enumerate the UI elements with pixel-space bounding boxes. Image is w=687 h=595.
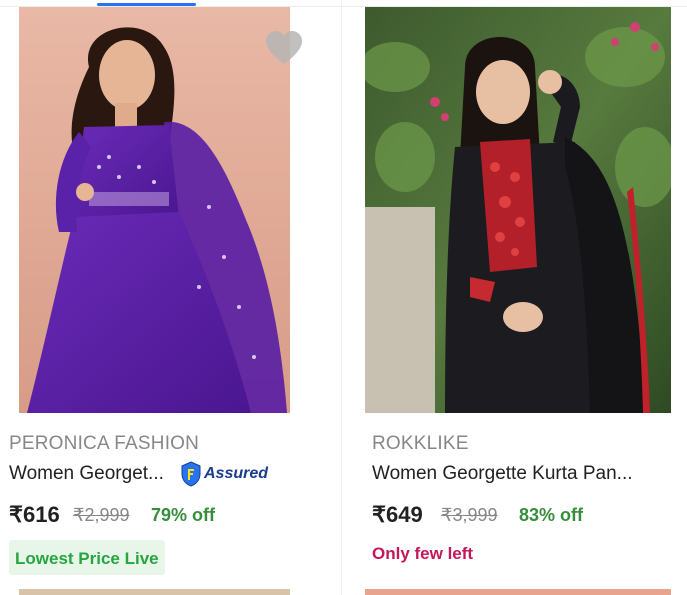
discount-percentage: 79% off [151, 505, 216, 525]
selling-price: ₹616 [9, 502, 60, 527]
product-brand: ROKKLIKE [372, 433, 469, 454]
selling-price: ₹649 [372, 502, 423, 527]
flipkart-assured-shield-icon [181, 461, 201, 487]
wishlist-heart-icon[interactable] [264, 30, 304, 66]
product-card-2[interactable]: ROKKLIKE Women Georgette Kurta Pan... ₹6… [342, 0, 687, 595]
original-price: ₹3,999 [441, 505, 498, 525]
product-image-2[interactable] [365, 7, 671, 413]
only-few-left-tag: Only few left [372, 544, 474, 563]
next-row-image-left[interactable] [19, 589, 290, 595]
next-row-image-right[interactable] [365, 589, 671, 595]
discount-percentage: 83% off [519, 505, 584, 525]
product-title[interactable]: Women Georgette Kurta Pan... [372, 463, 633, 485]
assured-badge: Assured [180, 461, 268, 487]
product-photo-black-kurta [365, 7, 671, 413]
assured-label: Assured [204, 465, 269, 482]
product-title[interactable]: Women Georget... [9, 463, 164, 485]
product-image-1[interactable] [19, 7, 290, 413]
product-photo-purple-anarkali [19, 7, 290, 413]
product-brand: PERONICA FASHION [9, 433, 200, 454]
product-card-1[interactable]: PERONICA FASHION Women Georget... Assure… [0, 0, 341, 595]
lowest-price-live-tag: Lowest Price Live [9, 540, 165, 575]
original-price: ₹2,999 [73, 505, 130, 525]
